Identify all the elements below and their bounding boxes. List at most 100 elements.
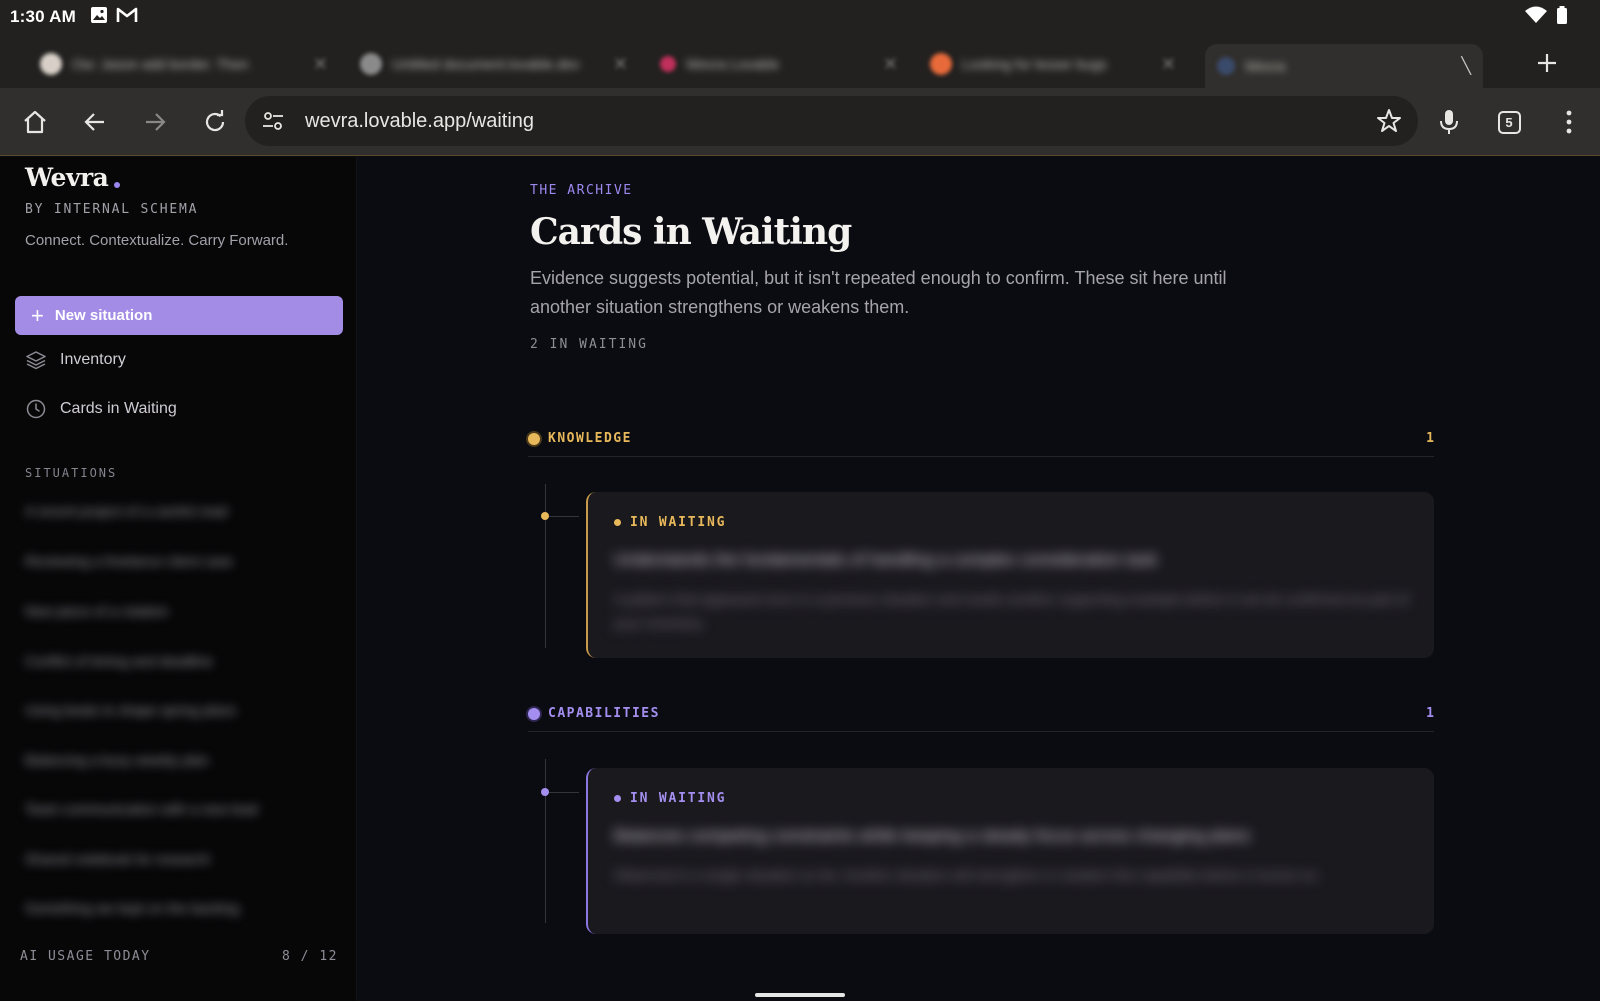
waiting-card[interactable]: IN WAITING Understands the fundamentals … xyxy=(586,492,1434,658)
card-status: IN WAITING xyxy=(614,791,726,806)
address-bar[interactable]: wevra.lovable.app/waiting xyxy=(245,96,1418,146)
timeline-node xyxy=(541,512,549,520)
timeline-rail xyxy=(545,484,546,648)
group-dot-icon xyxy=(528,708,540,720)
home-icon xyxy=(24,110,46,134)
tab-favicon-icon xyxy=(1217,57,1235,75)
tab-close-icon[interactable]: ╲ xyxy=(1461,56,1471,76)
card-title: Understands the fundamentals of handling… xyxy=(614,550,1158,569)
arrow-left-icon xyxy=(84,113,104,131)
browser-tab-active[interactable]: Wevra ╲ xyxy=(1205,44,1483,88)
sidebar-item-label: Inventory xyxy=(60,351,126,368)
card-status: IN WAITING xyxy=(614,515,726,530)
tab-title: Looking for lesser bugs xyxy=(962,56,1107,72)
situation-item[interactable]: Using beats to shape spring plans xyxy=(25,702,287,722)
status-bar: 1:30 AM xyxy=(0,0,1600,34)
sidebar-item-inventory[interactable]: Inventory xyxy=(25,347,126,373)
layers-icon xyxy=(25,349,47,371)
new-tab-button[interactable] xyxy=(1530,46,1564,80)
new-situation-button[interactable]: + New situation xyxy=(15,296,343,335)
url-text[interactable]: wevra.lovable.app/waiting xyxy=(305,110,534,133)
image-notification-icon xyxy=(90,6,108,29)
arrow-right-icon xyxy=(146,113,166,131)
ai-usage-value: 8 / 12 xyxy=(282,949,338,964)
situation-item[interactable]: Balancing a busy weekly plan xyxy=(25,752,280,772)
tab-title: Wevra xyxy=(1245,58,1286,74)
browser-tab[interactable]: Looking for lesser bugs ✕ xyxy=(918,44,1186,84)
brand-name: Wevra xyxy=(25,163,109,192)
ai-usage: AI USAGE TODAY 8 / 12 xyxy=(20,949,338,964)
tab-close-icon[interactable]: ✕ xyxy=(1161,54,1176,75)
battery-icon xyxy=(1556,5,1568,29)
group-count: 1 xyxy=(1426,431,1434,446)
tab-strip: Ow: Jason add border. Then ✕ Untitled do… xyxy=(0,34,1600,88)
situation-item[interactable]: Shared notebook for research xyxy=(25,851,269,871)
gesture-home-bar[interactable] xyxy=(755,993,845,997)
more-vertical-icon xyxy=(1566,110,1572,134)
sidebar: Wevra BY INTERNAL SCHEMA Connect. Contex… xyxy=(0,157,357,1001)
timeline-node xyxy=(541,788,549,796)
ai-usage-label: AI USAGE TODAY xyxy=(20,949,151,964)
voice-search-button[interactable] xyxy=(1431,104,1467,140)
new-situation-label: New situation xyxy=(54,307,153,324)
card-status-label: IN WAITING xyxy=(630,791,727,806)
reload-button[interactable] xyxy=(197,104,233,140)
situations-section-label: SITUATIONS xyxy=(25,466,118,480)
tab-title: Wevra Lovable xyxy=(686,56,780,72)
card-title: Balances competing constraints while kee… xyxy=(614,826,1250,845)
group-name: KNOWLEDGE xyxy=(548,431,632,446)
page-title: Cards in Waiting xyxy=(530,211,852,253)
forward-button[interactable] xyxy=(137,104,173,140)
situation-item[interactable]: New piece of a rotation xyxy=(25,603,193,623)
tab-favicon-icon xyxy=(930,53,952,75)
brand-tagline: Connect. Contextualize. Carry Forward. xyxy=(25,232,289,249)
bookmark-star-icon[interactable] xyxy=(1376,108,1402,139)
wifi-icon xyxy=(1524,6,1548,29)
situation-item[interactable]: A recent project of a careful read xyxy=(25,503,280,523)
sidebar-item-label: Cards in Waiting xyxy=(60,400,177,417)
situation-item[interactable]: Conflict of timing and deadline xyxy=(25,653,290,673)
sidebar-item-cards-in-waiting[interactable]: Cards in Waiting xyxy=(25,396,177,422)
situation-item[interactable]: Team communication with a new lead xyxy=(25,801,287,821)
tab-switcher-button[interactable]: 5 xyxy=(1491,104,1527,140)
tab-favicon-icon xyxy=(360,53,382,75)
microphone-icon xyxy=(1440,110,1458,134)
gmail-notification-icon xyxy=(116,6,138,29)
tab-count: 5 xyxy=(1497,110,1521,134)
status-time: 1:30 AM xyxy=(10,7,76,26)
site-settings-icon[interactable] xyxy=(261,109,285,138)
plus-icon: + xyxy=(31,302,44,328)
timeline-rail xyxy=(545,759,546,923)
back-button[interactable] xyxy=(77,104,113,140)
group-name: CAPABILITIES xyxy=(548,706,660,721)
brand-byline: BY INTERNAL SCHEMA xyxy=(25,202,199,217)
brand-logo[interactable]: Wevra xyxy=(25,163,121,192)
tab-title: Untitled document.lovable.dev xyxy=(392,56,580,72)
status-dot-icon xyxy=(614,795,621,802)
situation-item[interactable]: Reviewing a freelance client case xyxy=(25,553,287,573)
main-content: THE ARCHIVE Cards in Waiting Evidence su… xyxy=(358,157,1600,1001)
tab-title: Ow: Jason add border. Then xyxy=(72,56,249,72)
brand-dot xyxy=(114,182,121,188)
tab-close-icon[interactable]: ✕ xyxy=(883,54,898,75)
clock-icon xyxy=(25,398,47,420)
page-description: Evidence suggests potential, but it isn'… xyxy=(530,268,1227,317)
browser-tab[interactable]: Wevra Lovable ✕ xyxy=(648,44,908,84)
situation-item[interactable]: Something we kept on the backlog xyxy=(25,900,275,920)
group-header-knowledge: KNOWLEDGE 1 xyxy=(528,427,1434,457)
group-dot-icon xyxy=(528,433,540,445)
home-button[interactable] xyxy=(17,104,53,140)
tab-close-icon[interactable]: ✕ xyxy=(613,54,628,75)
reload-icon xyxy=(205,110,225,132)
plus-icon xyxy=(1538,54,1556,72)
page-eyebrow: THE ARCHIVE xyxy=(530,183,633,198)
tab-close-icon[interactable]: ✕ xyxy=(313,54,328,75)
status-dot-icon xyxy=(614,519,621,526)
card-status-label: IN WAITING xyxy=(630,515,727,530)
browser-tab[interactable]: Untitled document.lovable.dev ✕ xyxy=(348,44,638,84)
more-menu-button[interactable] xyxy=(1551,104,1587,140)
waiting-card[interactable]: IN WAITING Balances competing constraint… xyxy=(586,768,1434,934)
browser-tab[interactable]: Ow: Jason add border. Then ✕ xyxy=(28,44,338,84)
browser-toolbar: wevra.lovable.app/waiting 5 xyxy=(0,88,1600,156)
waiting-count: 2 IN WAITING xyxy=(530,337,648,352)
